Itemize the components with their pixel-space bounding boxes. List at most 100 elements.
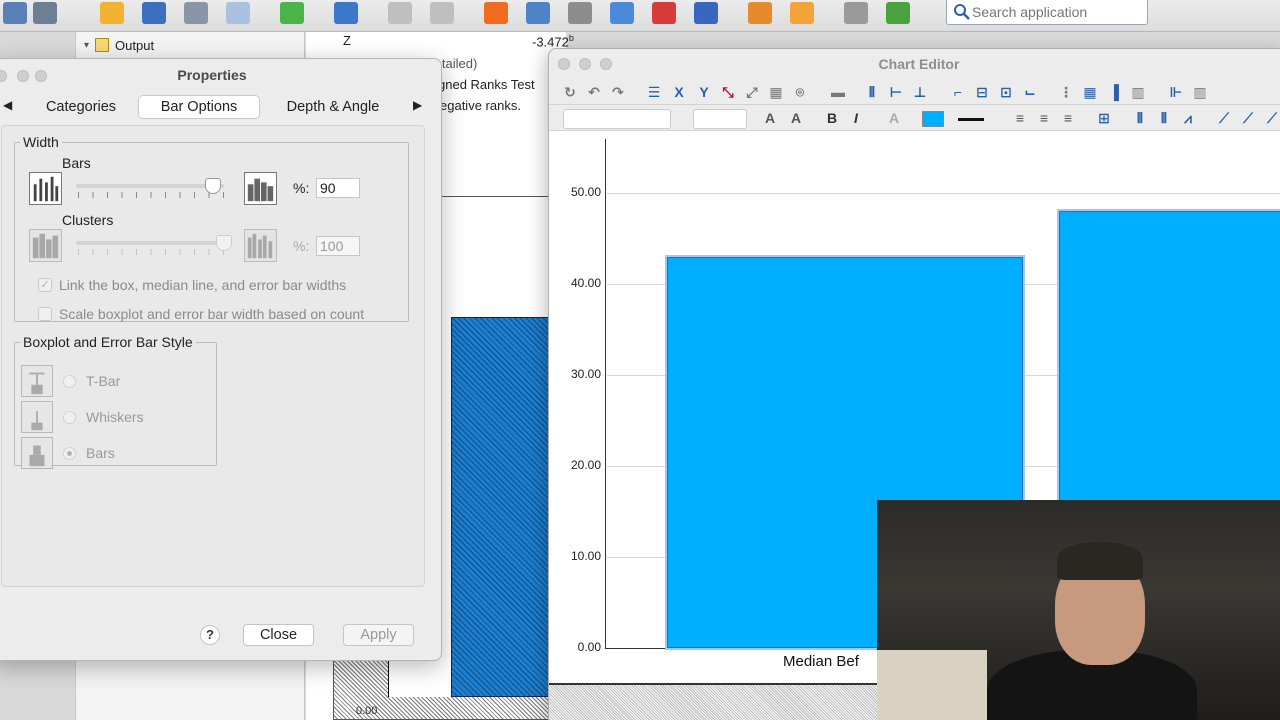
bars-width-slider-track[interactable] — [76, 184, 224, 188]
ce-annotation-icon[interactable]: ⊟ — [973, 83, 991, 101]
tab-bar-options[interactable]: Bar Options — [139, 96, 259, 118]
ce-undo-icon[interactable]: ↶ — [585, 83, 603, 101]
scale-by-count-checkbox[interactable]: Scale boxplot and error bar width based … — [38, 306, 364, 322]
properties-titlebar[interactable]: Properties — [0, 59, 441, 91]
ce-lasso-icon[interactable]: ⌾ — [791, 83, 809, 101]
undo-icon[interactable] — [383, 0, 417, 28]
y-tick-label: 0.00 — [577, 640, 601, 654]
ce-title-icon[interactable]: ⌐ — [949, 83, 967, 101]
ce-bold-icon[interactable]: B — [823, 109, 841, 127]
ce-bar-chart-icon[interactable]: ⫴ — [863, 83, 881, 101]
ce-font-size-dropdown[interactable] — [693, 109, 747, 129]
narrow-bars-icon — [29, 172, 62, 205]
insert-output-icon[interactable] — [329, 0, 363, 28]
ce-gridlines-icon[interactable]: ⋮ — [1057, 83, 1075, 101]
ce-reference-line-icon[interactable]: ⊥ — [911, 83, 929, 101]
nav-tree-item-output[interactable]: ▾ Output — [84, 36, 154, 54]
search-field[interactable] — [946, 0, 1148, 25]
style-option-bars[interactable]: Bars — [21, 436, 115, 470]
ce-scale-icon[interactable]: ▥ — [1191, 83, 1209, 101]
ce-rescale-icon[interactable]: ⤡ — [719, 83, 737, 101]
y-tick-label: 20.00 — [570, 458, 601, 472]
print-icon[interactable] — [28, 0, 62, 28]
ce-properties-icon[interactable]: ☰ — [645, 83, 663, 101]
bars-percent-input[interactable] — [316, 178, 360, 198]
ce-subgroup-line-icon[interactable]: ⟋ — [1263, 109, 1280, 127]
ce-resize-icon[interactable]: ⤢ — [743, 83, 761, 101]
ce-interpolation-icon[interactable]: ⟋ — [1239, 109, 1257, 127]
expand-chevron-icon[interactable]: ▾ — [84, 40, 89, 51]
test-footnote-a: gned Ranks Test — [438, 77, 535, 92]
ce-grid-icon[interactable]: ▦ — [1081, 83, 1099, 101]
goto-case-icon[interactable] — [521, 0, 555, 28]
ce-select-y-axis-icon[interactable]: Y — [695, 83, 713, 101]
ce-text-color-icon[interactable]: A — [885, 109, 903, 127]
ce-line-chart-icon[interactable]: ⩘ — [1179, 109, 1197, 127]
checkmark-icon: ✓ — [38, 278, 52, 292]
ce-redo-icon[interactable]: ↷ — [609, 83, 627, 101]
tab-scroll-right-icon[interactable]: ▶ — [413, 98, 422, 112]
redo-icon[interactable] — [425, 0, 459, 28]
save-icon[interactable] — [137, 0, 171, 28]
clusters-width-slider-thumb[interactable] — [216, 235, 232, 251]
ce-stacked-bar-icon[interactable]: ⫴ — [1155, 109, 1173, 127]
search-input[interactable] — [972, 2, 1142, 22]
tab-depth-angle[interactable]: Depth & Angle — [273, 96, 393, 118]
apply-button[interactable]: Apply — [343, 624, 414, 646]
style-option-whiskers[interactable]: Whiskers — [21, 400, 144, 434]
ce-footnote-icon[interactable]: ⌙ — [1021, 83, 1039, 101]
whiskers-radio[interactable] — [63, 410, 76, 424]
split-file-icon[interactable] — [647, 0, 681, 28]
ce-data-labels-icon[interactable]: ▥ — [1129, 83, 1147, 101]
ce-show-legend-icon[interactable]: ▐ — [1105, 83, 1123, 101]
ce-line-style-icon[interactable] — [958, 118, 984, 121]
ce-frame-icon[interactable]: ▦ — [767, 83, 785, 101]
chart-editor-toolbar-1: ↻ ↶ ↷ ☰ X Y ⤡ ⤢ ▦ ⌾ ▬ ⫴ ⊢ ⊥ ⌐ ⊟ ⊡ ⌙ ⋮ ▦ … — [549, 79, 1280, 105]
clusters-percent-input[interactable] — [316, 236, 360, 256]
boxplot-style-group: Boxplot and Error Bar Style T-Bar Whiske… — [14, 334, 217, 469]
help-button[interactable]: ? — [200, 625, 220, 645]
ce-font-dropdown[interactable] — [563, 109, 671, 129]
boxplot-style-group-label: Boxplot and Error Bar Style — [23, 334, 193, 350]
run-script-icon[interactable] — [785, 0, 819, 28]
select-cases-icon[interactable] — [689, 0, 723, 28]
ce-fit-line-icon[interactable]: ⟋ — [1215, 109, 1233, 127]
tab-categories[interactable]: Categories — [33, 96, 129, 118]
nav-item-label: Output — [115, 37, 155, 53]
ce-decrease-font-icon[interactable]: A — [787, 109, 805, 127]
print-toolbar-icon[interactable] — [179, 0, 213, 28]
link-widths-checkbox[interactable]: ✓ Link the box, median line, and error b… — [38, 277, 346, 293]
ce-textbox-icon[interactable]: ⊡ — [997, 83, 1015, 101]
edit-chart-icon[interactable] — [743, 0, 777, 28]
ce-align-center-icon[interactable]: ≡ — [1035, 109, 1053, 127]
ce-data-point-icon[interactable]: ⊞ — [1095, 109, 1113, 127]
close-button[interactable]: Close — [243, 624, 314, 646]
ce-increase-font-icon[interactable]: A — [761, 109, 779, 127]
ce-refresh-icon[interactable]: ↻ — [561, 83, 579, 101]
scale-by-count-label: Scale boxplot and error bar width based … — [59, 306, 365, 322]
t-bar-radio[interactable] — [63, 374, 76, 388]
find-icon[interactable] — [221, 0, 255, 28]
insert-cases-icon[interactable] — [605, 0, 639, 28]
add-icon[interactable] — [881, 0, 915, 28]
export-icon[interactable] — [275, 0, 309, 28]
variables-icon[interactable] — [563, 0, 597, 28]
style-option-tbar[interactable]: T-Bar — [21, 364, 120, 398]
ce-align-right-icon[interactable]: ≡ — [1059, 109, 1077, 127]
ce-select-x-axis-icon[interactable]: X — [670, 83, 688, 101]
goto-data-icon[interactable] — [479, 0, 513, 28]
ce-transpose-icon[interactable]: ⊩ — [1167, 83, 1185, 101]
ce-hide-icon[interactable]: ▬ — [829, 83, 847, 101]
bars-label: Bars — [62, 155, 91, 171]
clusters-width-slider-track[interactable] — [76, 241, 224, 245]
ce-bar-icon[interactable]: ⫴ — [1131, 109, 1149, 127]
tab-scroll-left-icon[interactable]: ◀ — [3, 98, 12, 112]
open-folder-icon[interactable] — [95, 0, 129, 28]
ce-align-left-icon[interactable]: ≡ — [1011, 109, 1029, 127]
bars-style-radio[interactable] — [63, 446, 76, 460]
whiskers-icon — [21, 401, 53, 433]
ce-horizontal-line-icon[interactable]: ⊢ — [887, 83, 905, 101]
ce-fill-color-swatch[interactable] — [922, 111, 944, 127]
ce-italic-icon[interactable]: I — [847, 109, 865, 127]
properties-title: Properties — [177, 67, 247, 83]
